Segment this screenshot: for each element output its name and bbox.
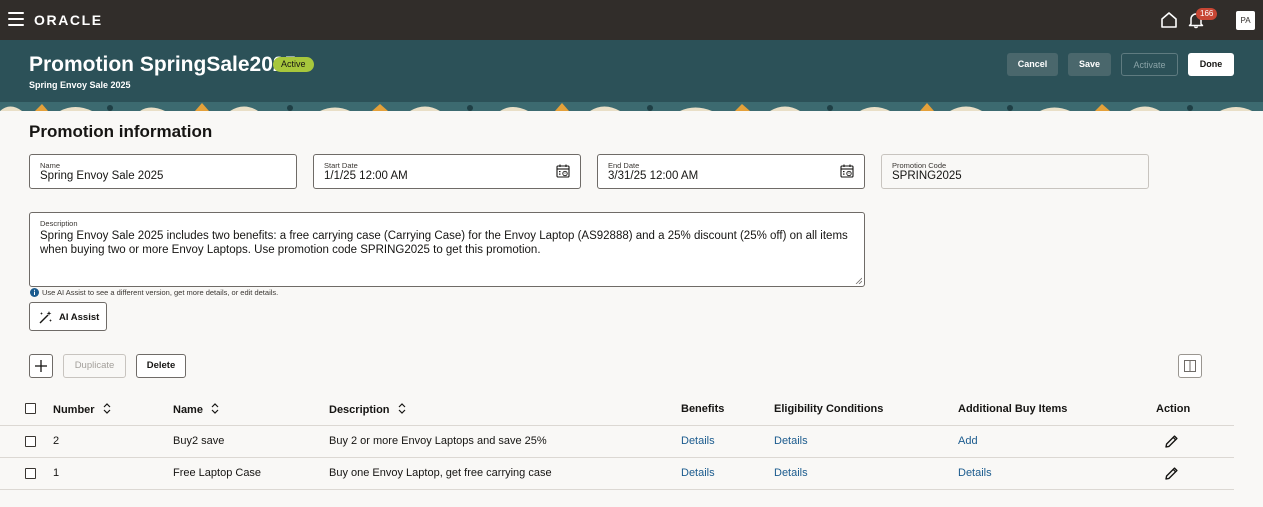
select-all-checkbox[interactable] [25,403,36,414]
column-header-eligibility: Eligibility Conditions [774,403,884,415]
resize-handle-icon[interactable] [855,277,862,284]
notification-count-badge: 166 [1196,8,1218,20]
start-date-field[interactable]: Start Date 1/1/25 12:00 AM [313,154,581,189]
column-header-number[interactable]: Number [53,403,111,416]
magic-wand-icon [39,311,52,324]
home-icon[interactable] [1160,11,1178,29]
promotion-code-value: SPRING2025 [892,170,962,182]
promotion-code-field: Promotion Code SPRING2025 [881,154,1149,189]
page-header-band: Promotion SpringSale2025 Active Spring E… [0,40,1263,111]
row-checkbox[interactable] [25,468,36,479]
column-header-benefits: Benefits [681,403,725,415]
table-header: Number Name Description Benefits Eligibi… [0,395,1234,426]
row-name: Buy2 save [173,435,225,447]
additional-buy-items-link[interactable]: Details [958,467,992,479]
description-value[interactable]: Spring Envoy Sale 2025 includes two bene… [40,230,856,257]
benefits-details-link[interactable]: Details [681,467,715,479]
section-title: Promotion information [29,122,213,141]
row-description: Buy one Envoy Laptop, get free carrying … [329,467,552,479]
end-date-label: End Date [608,161,640,170]
name-label: Name [40,161,61,170]
user-avatar[interactable]: PA [1236,11,1255,30]
name-value[interactable]: Spring Envoy Sale 2025 [40,170,163,182]
benefits-details-link[interactable]: Details [681,435,715,447]
columns-icon [1184,360,1196,372]
eligibility-details-link[interactable]: Details [774,467,808,479]
row-description: Buy 2 or more Envoy Laptops and save 25% [329,435,547,447]
edit-pencil-icon[interactable] [1164,466,1179,481]
activate-button[interactable]: Activate [1121,53,1178,76]
description-label: Description [40,219,78,228]
column-header-action: Action [1156,403,1191,415]
hamburger-menu-icon[interactable] [8,12,24,26]
row-name: Free Laptop Case [173,467,262,479]
page-subtitle: Spring Envoy Sale 2025 [29,80,131,90]
end-date-value[interactable]: 3/31/25 12:00 AM [608,170,698,182]
row-number: 2 [53,435,60,447]
decorative-pattern [0,102,1263,111]
calendar-icon[interactable] [840,164,854,178]
column-header-description[interactable]: Description [329,403,406,416]
plus-icon [35,360,47,372]
ai-assist-button[interactable]: AI Assist [29,302,107,331]
start-date-label: Start Date [324,161,358,170]
page-title: Promotion SpringSale2025 [29,53,297,76]
row-number: 1 [53,467,60,479]
duplicate-button[interactable]: Duplicate [63,354,126,378]
row-checkbox[interactable] [25,436,36,447]
edit-pencil-icon[interactable] [1164,434,1179,449]
calendar-icon[interactable] [556,164,570,178]
ai-assist-hint: Use AI Assist to see a different version… [42,288,279,297]
done-button[interactable]: Done [1188,53,1234,76]
table-row[interactable]: 2 Buy2 save Buy 2 or more Envoy Laptops … [0,426,1234,458]
start-date-value[interactable]: 1/1/25 12:00 AM [324,170,408,182]
additional-buy-items-link[interactable]: Add [958,435,978,447]
sort-icon[interactable] [398,403,406,414]
column-header-name[interactable]: Name [173,403,219,416]
info-icon [30,288,39,297]
columns-toggle-button[interactable] [1178,354,1202,378]
column-header-additional-buy-items: Additional Buy Items [958,403,1068,415]
name-field[interactable]: Name Spring Envoy Sale 2025 [29,154,297,189]
eligibility-details-link[interactable]: Details [774,435,808,447]
description-field[interactable]: Description Spring Envoy Sale 2025 inclu… [29,212,865,287]
sort-icon[interactable] [211,403,219,414]
status-badge: Active [273,57,314,72]
cancel-button[interactable]: Cancel [1007,53,1058,76]
ai-assist-label: AI Assist [59,312,100,323]
end-date-field[interactable]: End Date 3/31/25 12:00 AM [597,154,865,189]
sort-icon[interactable] [103,403,111,414]
add-button[interactable] [29,354,53,378]
promotion-code-label: Promotion Code [892,161,947,170]
oracle-logo: ORACLE [34,12,103,28]
global-header: ORACLE 166 PA [0,0,1263,40]
save-button[interactable]: Save [1068,53,1111,76]
delete-button[interactable]: Delete [136,354,186,378]
table-row[interactable]: 1 Free Laptop Case Buy one Envoy Laptop,… [0,458,1234,490]
